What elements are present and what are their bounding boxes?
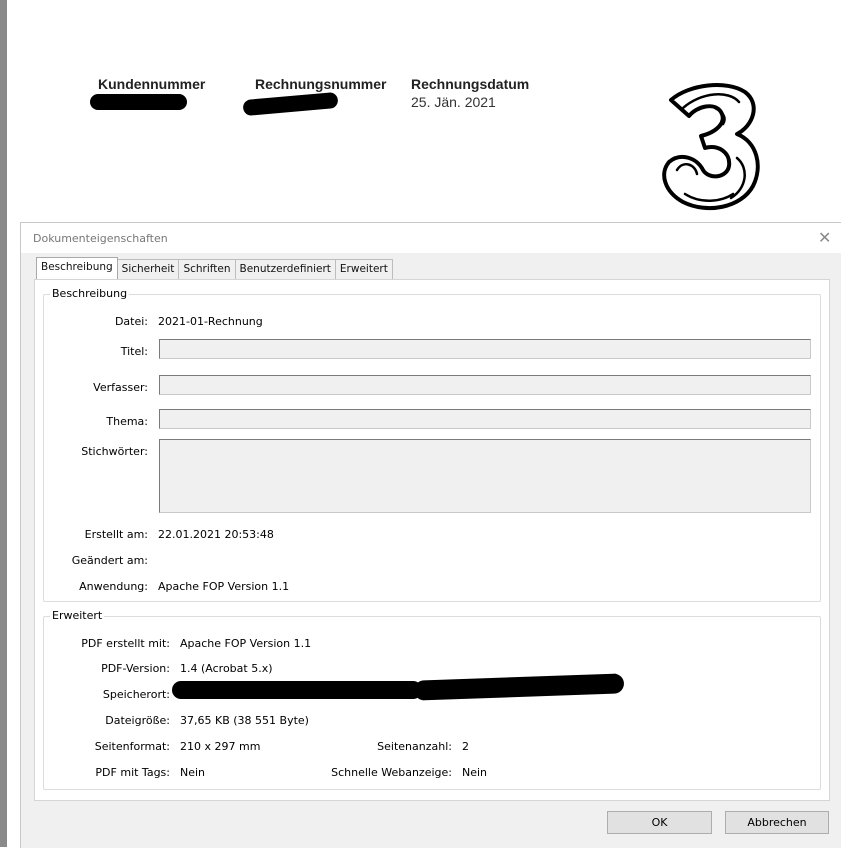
tagged-pdf-value: Nein [180,766,206,779]
fast-web-view-label: Schnelle Webanzeige: [331,766,452,779]
page-size-label: Seitenformat: [94,740,170,753]
description-group-title: Beschreibung [50,287,130,300]
location-redaction-a [172,681,422,699]
pdf-page: Kundennummer Rechnungsnummer Rechnungsda… [7,0,841,222]
application-label: Anwendung: [79,580,148,593]
viewer-left-edge [0,0,7,847]
document-properties-dialog: Dokumenteigenschaften ✕ Beschreibung Sic… [20,222,841,848]
customer-number-label: Kundennummer [98,76,206,92]
tab-sicherheit[interactable]: Sicherheit [116,259,180,279]
invoice-number-label: Rechnungsnummer [255,76,387,92]
pdf-producer-value: Apache FOP Version 1.1 [180,637,312,650]
subject-field[interactable] [159,409,811,429]
pdf-version-label: PDF-Version: [101,662,170,675]
tab-erweitert[interactable]: Erweitert [334,259,393,279]
pdf-producer-label: PDF erstellt mit: [81,637,170,650]
advanced-group: Erweitert PDF erstellt mit: Apache FOP V… [43,609,821,790]
customer-number-redaction [90,94,187,110]
tab-schriften[interactable]: Schriften [178,259,236,279]
created-value: 22.01.2021 20:53:48 [158,528,274,541]
pdf-version-value: 1.4 (Acrobat 5.x) [180,662,273,675]
application-value: Apache FOP Version 1.1 [158,580,290,593]
title-label: Titel: [120,345,148,358]
tab-benutzerdefiniert[interactable]: Benutzerdefiniert [234,259,336,279]
tab-beschreibung[interactable]: Beschreibung [36,257,118,279]
page-size-value: 210 x 297 mm [180,740,261,753]
close-icon[interactable]: ✕ [818,228,831,247]
page-count-label: Seitenanzahl: [377,740,452,753]
modified-label: Geändert am: [71,554,148,567]
three-logo [662,83,760,210]
file-value: 2021-01-Rechnung [158,315,263,328]
advanced-group-title: Erweitert [50,609,105,622]
keywords-field[interactable] [159,439,811,513]
file-size-label: Dateigröße: [105,714,170,727]
file-label: Datei: [114,315,148,328]
cancel-button[interactable]: Abbrechen [725,811,829,834]
keywords-label: Stichwörter: [81,445,148,458]
author-field[interactable] [159,375,811,395]
fast-web-view-value: Nein [462,766,488,779]
invoice-number-redaction [242,91,339,117]
description-group: Beschreibung Datei: 2021-01-Rechnung Tit… [43,287,821,602]
created-label: Erstellt am: [84,528,148,541]
dialog-title-bar: Dokumenteigenschaften ✕ [21,223,841,253]
ok-button[interactable]: OK [607,811,712,834]
tab-bar: Beschreibung Sicherheit Schriften Benutz… [36,257,393,279]
page-count-value: 2 [462,740,469,753]
tagged-pdf-label: PDF mit Tags: [95,766,170,779]
file-size-value: 37,65 KB (38 551 Byte) [180,714,309,727]
subject-label: Thema: [106,415,148,428]
tab-panel: Beschreibung Datei: 2021-01-Rechnung Tit… [34,279,830,801]
location-label: Speicherort: [102,688,170,701]
author-label: Verfasser: [93,381,148,394]
invoice-date-label: Rechnungsdatum [411,76,530,92]
invoice-date-value: 25. Jän. 2021 [411,94,496,110]
location-redaction-b [413,673,625,701]
dialog-title: Dokumenteigenschaften [33,232,168,245]
title-field[interactable] [159,339,811,359]
